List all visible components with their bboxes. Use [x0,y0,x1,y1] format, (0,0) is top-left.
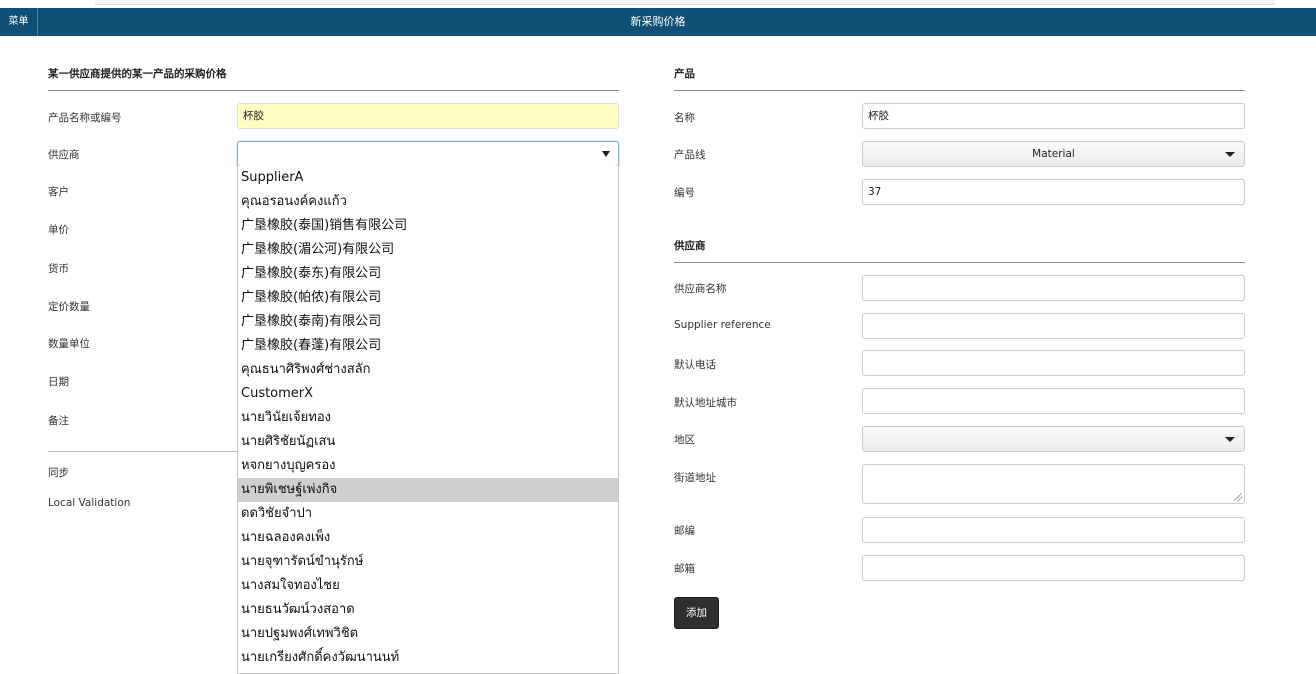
supplier-option[interactable]: หจกยางบุญครอง [238,454,618,478]
notes-label: 备注 [48,415,69,427]
menu-button[interactable]: 菜单 [0,8,38,36]
supplier-label: 供应商 [48,149,80,161]
top-bar [95,0,1275,5]
supplier-option[interactable]: 广垦橡胶(泰东)有限公司 [238,262,618,286]
street-address-label: 街道地址 [674,472,716,484]
zip-label: 邮编 [674,525,695,537]
supplier-option[interactable]: SupplierA [238,166,618,190]
caret-down-icon [602,151,610,157]
supplier-option[interactable]: 广垦橡胶(湄公河)有限公司 [238,238,618,262]
supplier-reference-input[interactable] [862,313,1245,339]
supplier-dropdown-list[interactable]: SupplierA คุณอรอนงค์คงแก้ว 广垦橡胶(泰国)销售有限公司广… [237,166,619,674]
supplier-option[interactable]: 广垦橡胶(帕侬)有限公司 [238,286,618,310]
product-label: 产品名称或编号 [48,112,122,124]
supplier-option[interactable]: 广垦橡胶(春蓬)有限公司 [238,334,618,358]
default-phone-label: 默认电话 [674,359,716,371]
app-header: 新采购价格 菜单 [0,8,1316,36]
product-name-label: 名称 [674,112,695,124]
supplier-option[interactable]: คุณธนาศิริพงศ์ช่างสลัก [238,358,618,382]
supplier-option[interactable]: นายธนวัฒน์วงสอาด [238,598,618,622]
quantity-unit-label: 数量单位 [48,338,90,350]
sync-label: 同步 [48,467,69,479]
supplier-option[interactable]: นายจุฑารัตน์ขำนุรักษ์ [238,550,618,574]
supplier-option[interactable]: 广垦橡胶(泰国)销售有限公司 [238,214,618,238]
product-input[interactable]: 杯胶 [237,103,619,129]
notes-divider [48,451,238,452]
supplier-divider [674,262,1245,263]
local-validation-label: Local Validation [48,497,131,509]
resize-grip-icon[interactable] [1234,493,1242,501]
region-select[interactable] [862,426,1245,452]
product-line-label: 产品线 [674,149,706,161]
supplier-option[interactable]: ดดวิชัยจำปา [238,502,618,526]
supplier-reference-label: Supplier reference [674,319,771,331]
product-divider [674,90,1245,91]
currency-label: 货币 [48,263,69,275]
default-city-input[interactable] [862,388,1245,414]
top-strip [0,0,1316,8]
add-button[interactable]: 添加 [674,597,719,629]
supplier-option[interactable]: คุณอรอนงค์คงแก้ว [238,190,618,214]
product-section-title: 产品 [674,68,695,80]
supplier-option[interactable]: นางสมใจทองไชย [238,574,618,598]
unit-price-label: 单价 [48,224,69,236]
supplier-option[interactable]: นายเกรียงศักดิ์คงวัฒนานนท์ [238,646,618,670]
supplier-option[interactable]: นายวินัยเจ้ยทอง [238,406,618,430]
supplier-name-input[interactable] [862,275,1245,301]
product-code-label: 编号 [674,187,695,199]
product-line-select[interactable]: Material [862,141,1245,167]
supplier-option[interactable]: นายปฐมพงศ์เทพวิชิต [238,622,618,646]
supplier-section-title: 供应商 [674,240,706,252]
product-line-value: Material [1032,148,1075,160]
caret-down-icon [1225,152,1235,157]
supplier-option[interactable]: CustomerX [238,382,618,406]
customer-label: 客户 [48,186,69,198]
product-code-input[interactable]: 37 [862,179,1245,205]
price-quantity-label: 定价数量 [48,301,90,313]
supplier-select[interactable] [237,141,619,167]
email-label: 邮箱 [674,563,695,575]
purchase-price-section-title: 某一供应商提供的某一产品的采购价格 [48,68,227,80]
supplier-name-label: 供应商名称 [674,283,727,295]
supplier-option[interactable]: 广垦橡胶(泰南)有限公司 [238,310,618,334]
caret-down-icon [1225,437,1235,442]
default-city-label: 默认地址城市 [674,397,737,409]
street-address-textarea[interactable] [862,464,1245,504]
email-input[interactable] [862,555,1245,581]
supplier-option[interactable]: นายพิเชษฐ์เพ่งกิจ [238,478,618,502]
region-label: 地区 [674,434,695,446]
date-label: 日期 [48,376,69,388]
default-phone-input[interactable] [862,350,1245,376]
supplier-option[interactable]: นายศิริชัยนัฏเสน [238,430,618,454]
page-title: 新采购价格 [630,15,686,28]
supplier-option[interactable]: นายฉลองคงเพ็ง [238,526,618,550]
zip-input[interactable] [862,517,1245,543]
section-divider [48,90,619,91]
product-name-input[interactable]: 杯胶 [862,103,1245,129]
